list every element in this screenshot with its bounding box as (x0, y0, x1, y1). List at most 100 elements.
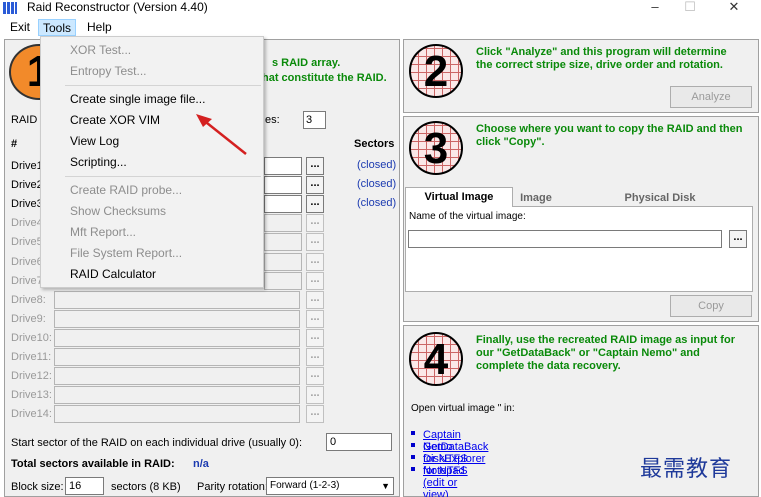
tools-dropdown-menu: XOR Test... Entropy Test... Create singl… (40, 36, 264, 288)
start-sector-input[interactable]: 0 (326, 433, 392, 451)
step1-text-line2: hat constitute the RAID. (262, 72, 387, 84)
step4-text: Finally, use the recreated RAID image as… (476, 334, 735, 372)
browse-virtual-image-button[interactable]: ... (729, 230, 747, 248)
drive-status: (closed) (357, 197, 397, 209)
menu-item-view-log[interactable]: View Log (70, 133, 119, 149)
browse-drive-button[interactable]: ... (306, 386, 324, 404)
menu-help[interactable]: Help (83, 19, 116, 36)
minimize-button[interactable]: – (641, 0, 669, 16)
drive-path-field[interactable] (264, 157, 302, 175)
step4-circle: 4 (409, 332, 463, 386)
browse-drive-button[interactable]: ... (306, 253, 324, 271)
menu-item-fs-report[interactable]: File System Report... (70, 245, 182, 261)
menu-item-create-raid-probe[interactable]: Create RAID probe... (70, 182, 182, 198)
browse-drive-button[interactable]: ... (306, 291, 324, 309)
drive-path-field[interactable] (264, 195, 302, 213)
drive-label: Drive5 (11, 236, 43, 248)
step2-circle: 2 (409, 44, 463, 98)
bullet-icon (411, 443, 415, 447)
drive-label: Drive2 (11, 179, 43, 191)
step3-circle: 3 (409, 121, 463, 175)
browse-drive-button[interactable]: ... (306, 176, 324, 194)
analyze-button[interactable]: Analyze (670, 86, 752, 108)
tab-virtual-image[interactable]: Virtual Image (405, 187, 513, 207)
drives-count-input[interactable]: 3 (303, 111, 326, 129)
open-virtual-image-label: Open virtual image " in: (411, 403, 515, 414)
copy-button[interactable]: Copy (670, 295, 752, 317)
menu-separator (65, 176, 261, 177)
bullet-icon (411, 467, 415, 471)
parity-rotation-value: Forward (1-2-3) (270, 480, 340, 491)
block-size-input[interactable]: 16 (65, 477, 104, 495)
browse-drive-button[interactable]: ... (306, 214, 324, 232)
title-bar[interactable]: Raid Reconstructor (Version 4.40) – ☐ ✕ (0, 0, 761, 18)
drive-path-field (54, 329, 300, 347)
link-notepad[interactable]: Notepad (edit or view) (423, 465, 465, 497)
drive-label: Drive13: (11, 389, 52, 401)
browse-drive-button[interactable]: ... (306, 310, 324, 328)
drive-label: Drive14: (11, 408, 52, 420)
drive-path-field (54, 291, 300, 309)
watermark: 最需教育 (640, 457, 733, 482)
browse-drive-button[interactable]: ... (306, 157, 324, 175)
menu-tools[interactable]: Tools (38, 19, 77, 36)
sectors-kb-label: sectors (8 KB) (111, 481, 181, 493)
menu-item-raid-calculator[interactable]: RAID Calculator (70, 266, 156, 282)
tab-image[interactable]: Image (513, 189, 559, 207)
bullet-icon (411, 431, 415, 435)
drive-status: (closed) (357, 159, 397, 171)
menu-item-entropy-test[interactable]: Entropy Test... (70, 63, 146, 79)
browse-drive-button[interactable]: ... (306, 329, 324, 347)
drive-label: Drive6 (11, 256, 43, 268)
menu-item-mft-report[interactable]: Mft Report... (70, 224, 136, 240)
menu-item-create-single-image[interactable]: Create single image file... (70, 91, 205, 107)
step3-text: Choose where you want to copy the RAID a… (476, 123, 743, 148)
browse-drive-button[interactable]: ... (306, 367, 324, 385)
drive-path-field (54, 310, 300, 328)
browse-drive-button[interactable]: ... (306, 348, 324, 366)
total-sectors-value: n/a (193, 458, 209, 470)
menu-exit[interactable]: Exit (6, 19, 34, 36)
drive-path-field[interactable] (264, 176, 302, 194)
menu-item-scripting[interactable]: Scripting... (70, 154, 127, 170)
step1-text-line1: s RAID array. (272, 57, 341, 69)
drive-label: Drive9: (11, 313, 46, 325)
drive-status: (closed) (357, 178, 397, 190)
start-sector-label: Start sector of the RAID on each individ… (11, 437, 303, 449)
browse-drive-button[interactable]: ... (306, 405, 324, 423)
app-icon (3, 2, 17, 14)
menu-item-show-checksums[interactable]: Show Checksums (70, 203, 166, 219)
maximize-button[interactable]: ☐ (676, 0, 704, 16)
browse-drive-button[interactable]: ... (306, 272, 324, 290)
annotation-arrow-icon (196, 114, 247, 155)
drives-count-label: es: (265, 114, 280, 126)
tab-physical-disk[interactable]: Physical Disk (600, 189, 720, 207)
drive-path-field (264, 214, 302, 232)
block-size-label: Block size: (11, 481, 64, 493)
window-title: Raid Reconstructor (Version 4.40) (27, 0, 208, 14)
browse-drive-button[interactable]: ... (306, 233, 324, 251)
col-sectors-header: Sectors (354, 138, 395, 150)
step2-number: 2 (423, 47, 449, 96)
drive-label: Drive10: (11, 332, 52, 344)
menu-item-create-xor-vim[interactable]: Create XOR VIM (70, 112, 160, 128)
step3-number: 3 (423, 124, 449, 173)
drive-label: Drive4 (11, 217, 43, 229)
drive-path-field (54, 386, 300, 404)
menu-separator (65, 85, 261, 86)
total-sectors-label: Total sectors available in RAID: (11, 458, 175, 470)
parity-rotation-label: Parity rotation: (197, 481, 268, 493)
menu-item-xor-test[interactable]: XOR Test... (70, 42, 131, 58)
col-hash-header: # (11, 138, 18, 150)
drive-label: Drive8: (11, 294, 46, 306)
browse-drive-button[interactable]: ... (306, 195, 324, 213)
chevron-down-icon: ▼ (381, 481, 390, 491)
close-button[interactable]: ✕ (720, 0, 748, 16)
step4-number: 4 (423, 335, 449, 384)
parity-rotation-select[interactable]: Forward (1-2-3) ▼ (266, 477, 394, 495)
drive-label: Drive12: (11, 370, 52, 382)
drive-path-field (54, 348, 300, 366)
virtual-image-name-input[interactable] (408, 230, 722, 248)
drive-path-field (264, 272, 302, 290)
virtual-image-name-label: Name of the virtual image: (409, 211, 526, 222)
